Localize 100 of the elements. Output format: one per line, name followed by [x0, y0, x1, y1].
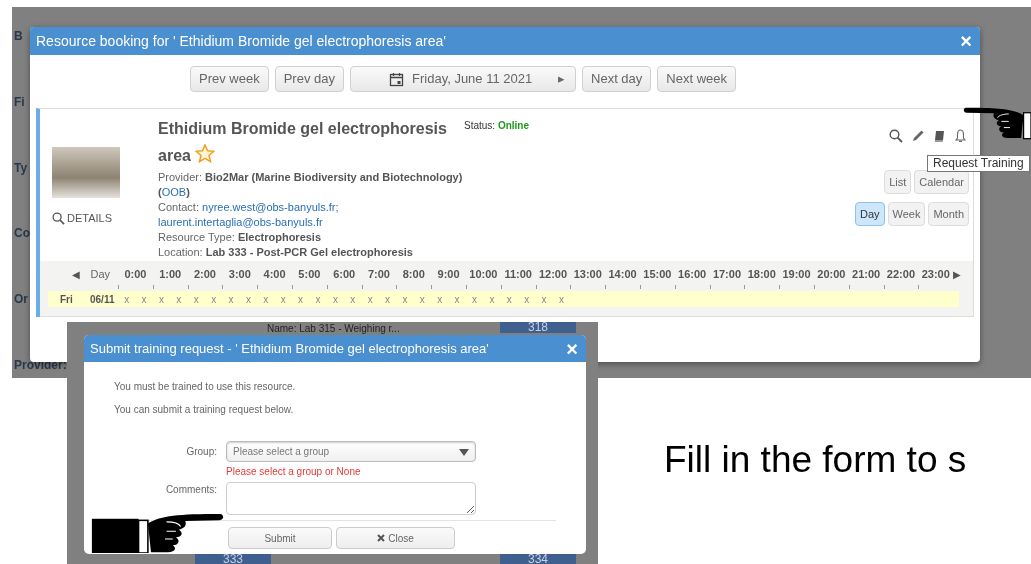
email-link[interactable]: nyree.west@obs-banyuls.fr; — [202, 201, 339, 213]
hour-label: 5:00 — [297, 266, 322, 282]
hour-label: 17:00 — [711, 266, 742, 282]
unavailable-slot: x — [274, 291, 292, 307]
view-button[interactable]: Calendar — [914, 170, 969, 194]
nav-button[interactable]: Next day — [582, 66, 652, 92]
unavailable-slot: x — [378, 291, 397, 307]
unavailable-slot: x — [257, 291, 275, 307]
info-text: You can submit a training request below. — [114, 403, 295, 417]
sidebar-label: Provider: — [14, 357, 67, 374]
unavailable-slot: x — [431, 291, 449, 307]
range-button[interactable]: Day — [854, 202, 885, 226]
resource-detail-line: Resource Type: Electrophoresis — [158, 230, 323, 245]
group-select[interactable]: Please select a group — [226, 441, 476, 462]
submit-button[interactable]: Submit — [228, 527, 332, 549]
hour-label: 15:00 — [642, 266, 673, 282]
caret-icon — [459, 448, 469, 456]
day-date: 06/11 — [90, 292, 116, 307]
date-picker-button[interactable]: Friday, June 11 2021 ▸ — [350, 66, 576, 92]
field-label: Comments: — [164, 483, 217, 497]
search-icon — [889, 129, 903, 143]
hour-label: 14:00 — [607, 266, 638, 282]
hour-label: 1:00 — [158, 266, 183, 282]
unavailable-slot: x — [170, 291, 188, 307]
book-icon — [933, 129, 946, 143]
email-link[interactable]: OOB — [161, 186, 187, 198]
unavailable-slot: x — [309, 291, 327, 307]
room-number: 334 — [500, 554, 576, 564]
bell-icon — [954, 129, 967, 143]
hour-label: 10:00 — [468, 266, 499, 282]
room-number: 333 — [195, 554, 271, 564]
hour-label: 18:00 — [746, 266, 777, 282]
hour-label: 19:00 — [781, 266, 812, 282]
pencil-icon — [911, 129, 925, 143]
resource-detail-line: Location: Lab 333 - Post-PCR Gel electrophoresis — [158, 245, 414, 260]
hour-label: 6:00 — [332, 266, 357, 282]
dialog-title: Submit training request - ' Ethidium Bromide gel electrophoresis area' — [90, 339, 489, 358]
hour-label: 7:00 — [366, 266, 391, 282]
hour-label: 16:00 — [677, 266, 708, 282]
hour-label: 9:00 — [436, 266, 461, 282]
hour-label: 8:00 — [401, 266, 426, 282]
unavailable-slot: x — [518, 291, 536, 307]
resource-name: Ethidium Bromide gel electrophoresis area — [158, 119, 448, 166]
room-number: 318 — [500, 322, 576, 333]
day-name: Fri — [59, 292, 74, 307]
unavailable-slot: x — [239, 291, 258, 307]
unavailable-slot: x — [187, 291, 205, 307]
view-button[interactable]: List — [884, 170, 912, 194]
hour-label: 2:00 — [192, 266, 217, 282]
star-icon[interactable] — [195, 144, 216, 163]
comments-field[interactable] — [226, 482, 476, 515]
nav-button[interactable]: Prev day — [274, 66, 344, 92]
unavailable-slot: x — [204, 291, 223, 307]
photo-placeholder — [52, 147, 120, 198]
unavailable-slot: x — [465, 291, 484, 307]
unavailable-slot: x — [222, 291, 240, 307]
error-message: Please select a group or None — [226, 465, 362, 479]
sidebar-label: B — [14, 28, 23, 45]
dialog-title: Resource booking for ' Ethidium Bromide gel electrophoresis area' — [36, 31, 446, 51]
unavailable-slot: x — [291, 291, 310, 307]
unavailable-slot: x — [483, 291, 501, 307]
close-button[interactable]: Close — [336, 527, 455, 549]
sidebar-label: Co — [14, 225, 30, 243]
field-label: Group: — [185, 445, 217, 459]
unavailable-slot: x — [152, 291, 171, 307]
range-button[interactable]: Week — [887, 202, 926, 226]
unavailable-slot: x — [413, 291, 432, 307]
details-link[interactable]: DETAILS — [52, 210, 158, 227]
unavailable-slot: x — [448, 291, 466, 307]
slide-caption: Fill in the form to s — [664, 438, 967, 482]
close-button[interactable]: × — [960, 31, 972, 51]
search-icon — [52, 211, 65, 225]
hour-label: 13:00 — [572, 266, 603, 282]
sidebar-label: Fi — [14, 93, 25, 111]
timeline-label: Day — [90, 266, 110, 282]
list-item-name: Name: Lab 315 - Weighing r... — [267, 323, 400, 334]
hour-label: 20:00 — [816, 266, 847, 282]
unavailable-slot: x — [135, 291, 153, 307]
info-text: You must be trained to use this resource. — [114, 380, 297, 394]
nav-button[interactable]: Next week — [657, 66, 737, 92]
unavailable-slot: x — [535, 291, 553, 307]
hour-label: 21:00 — [851, 266, 882, 282]
range-button[interactable]: Month — [928, 202, 969, 226]
unavailable-slot: x — [326, 291, 345, 307]
unavailable-slot: x — [118, 291, 136, 307]
close-icon — [377, 534, 386, 542]
hour-label: 23:00 — [920, 266, 951, 282]
sidebar-label: Or — [14, 291, 28, 309]
email-link[interactable]: laurent.intertaglia@obs-banyuls.fr — [158, 216, 323, 228]
hour-label: 12:00 — [537, 266, 569, 282]
hour-label: 3:00 — [227, 266, 252, 282]
status-text: Status: Online — [464, 120, 530, 131]
resource-detail-line: Provider: Bio2Mar (Marine Biodiversity and Biotechnology) (OOB) — [158, 170, 464, 200]
unavailable-slot: x — [344, 291, 362, 307]
close-button[interactable]: × — [566, 338, 578, 359]
hour-label: 4:00 — [262, 266, 287, 282]
nav-button[interactable]: Prev week — [190, 66, 269, 92]
unavailable-slot: x — [552, 291, 571, 307]
unavailable-slot: x — [396, 291, 414, 307]
calendar-icon — [389, 71, 404, 87]
